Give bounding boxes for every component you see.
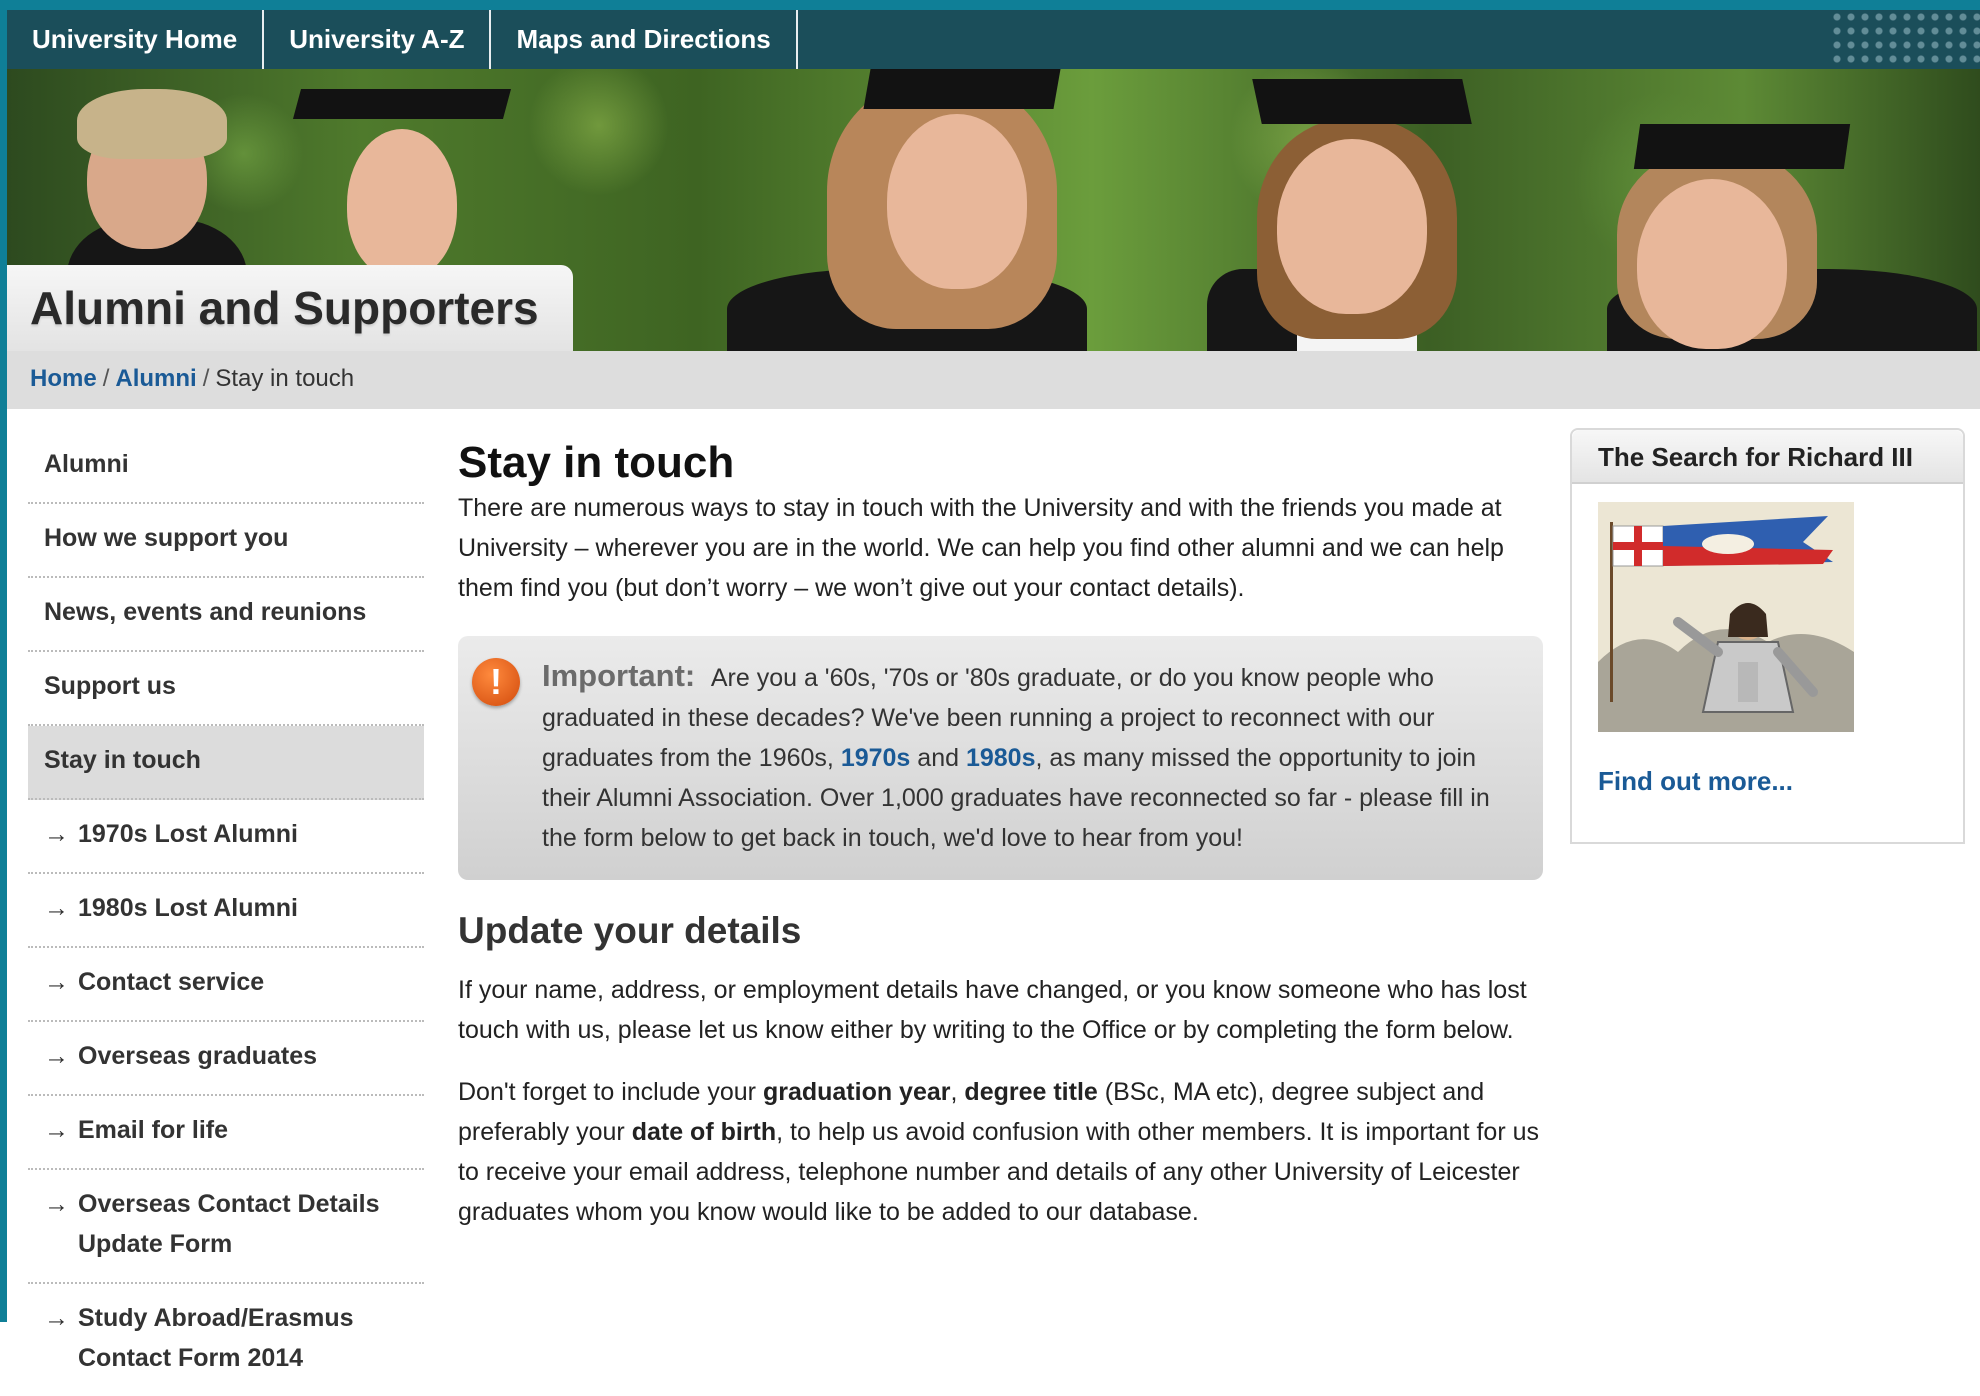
reminder-paragraph: Don't forget to include your graduation … [458,1072,1543,1232]
hero-graduate-cap [1633,124,1851,169]
update-details-paragraph: If your name, address, or employment det… [458,976,1527,1044]
sidebar-item-overseas-graduates[interactable]: → Overseas graduates [28,1022,424,1096]
arrow-right-icon: → [44,1042,69,1070]
important-notice-text: Important: Are you a '60s, '70s or '80s … [542,656,1517,858]
top-accent-bar [0,0,1980,10]
arrow-right-icon: → [44,968,69,996]
sidebar-item-label: Stay in touch [44,746,201,774]
link-1980s[interactable]: 1980s [966,744,1036,772]
alert-exclamation-icon: ! [472,658,520,706]
global-nav: University Home University A-Z Maps and … [7,10,1980,69]
find-out-more-link[interactable]: Find out more... [1598,766,1793,797]
decorative-dots [1830,10,1980,69]
sidebar-item-overseas-contact-update-form[interactable]: → Overseas Contact Details Update Form [28,1170,424,1284]
sidebar-item-stay-in-touch[interactable]: Stay in touch [28,726,424,800]
breadcrumb-alumni[interactable]: Alumni [115,365,196,392]
sidebar-item-label: Overseas graduates [78,1042,318,1070]
promo-title: The Search for Richard III [1572,430,1963,484]
sidebar-item-label: How we support you [44,524,289,552]
hero-graduate-face [347,129,457,279]
important-label: Important: [542,658,696,693]
sidebar-item-1980s-lost-alumni[interactable]: → 1980s Lost Alumni [28,874,424,948]
hero-graduate-hair [77,89,227,159]
reminder-bold-date-of-birth: date of birth [631,1118,777,1146]
arrow-right-icon: → [44,820,69,848]
breadcrumb: Home / Alumni / Stay in touch [30,365,354,393]
sidebar-item-label: Overseas Contact Details Update Form [78,1190,380,1258]
update-details-heading: Update your details [458,910,802,951]
main-content: Stay in touch There are numerous ways to… [458,438,1543,1232]
left-accent-rail [0,0,7,1322]
sidebar-item-email-for-life[interactable]: → Email for life [28,1096,424,1170]
sidebar-item-label: Study Abroad/Erasmus Contact Form 2014 [78,1304,354,1372]
arrow-right-icon: → [44,1190,69,1218]
sidebar-item-contact-service[interactable]: → Contact service [28,948,424,1022]
breadcrumb-separator: / [102,365,110,392]
intro-paragraph: There are numerous ways to stay in touch… [458,494,1504,602]
hero-graduate-face [1637,179,1787,349]
sidebar-item-study-abroad-contact-form[interactable]: → Study Abroad/Erasmus Contact Form 2014 [28,1284,424,1396]
hero-graduate-face [1277,139,1427,314]
sidebar-item-label: 1980s Lost Alumni [78,894,298,922]
nav-university-a-z[interactable]: University A-Z [264,10,492,69]
richard-iii-illustration-svg [1598,502,1854,732]
sidebar-item-label: 1970s Lost Alumni [78,820,298,848]
reminder-bold-degree-title: degree title [964,1078,1098,1106]
sidebar-item-support-us[interactable]: Support us [28,652,424,726]
reminder-text: Don't forget to include your [458,1078,756,1106]
page-title: Stay in touch [458,438,735,487]
breadcrumb-current: Stay in touch [215,365,355,392]
reminder-text: , [950,1078,958,1106]
hero-graduate-face [887,114,1027,289]
sidebar-item-label: Alumni [44,450,129,478]
sidebar-item-label: Contact service [78,968,265,996]
sidebar-item-label: Support us [44,672,176,700]
sidebar-item-label: News, events and reunions [44,598,367,626]
sidebar-item-news-events-reunions[interactable]: News, events and reunions [28,578,424,652]
breadcrumb-separator: / [202,365,210,392]
hero-graduate-cap [1252,79,1472,124]
sidebar-item-1970s-lost-alumni[interactable]: → 1970s Lost Alumni [28,800,424,874]
section-title-tab: Alumni and Supporters [7,265,573,351]
hero-graduate-cap [292,89,512,119]
breadcrumb-bar: Home / Alumni / Stay in touch [7,351,1980,409]
nav-maps-and-directions[interactable]: Maps and Directions [491,10,798,69]
richard-iii-illustration[interactable] [1598,502,1854,732]
sidebar-item-label: Email for life [78,1116,229,1144]
arrow-right-icon: → [44,1304,69,1332]
arrow-right-icon: → [44,1116,69,1144]
arrow-right-icon: → [44,894,69,922]
sidebar-nav: Alumni How we support you News, events a… [28,430,424,1396]
nav-university-home[interactable]: University Home [7,10,265,69]
hero-graduate-cap [863,69,1061,109]
section-title: Alumni and Supporters [30,282,539,334]
important-notice: ! Important: Are you a '60s, '70s or '80… [458,636,1543,880]
reminder-bold-graduation-year: graduation year [762,1078,951,1106]
link-1970s[interactable]: 1970s [841,744,911,772]
important-text-and: and [917,744,960,772]
breadcrumb-home[interactable]: Home [30,365,97,392]
sidebar-item-how-we-support-you[interactable]: How we support you [28,504,424,578]
sidebar-item-alumni[interactable]: Alumni [28,430,424,504]
richard-iii-promo: The Search for Richard III Find out more… [1570,428,1965,844]
